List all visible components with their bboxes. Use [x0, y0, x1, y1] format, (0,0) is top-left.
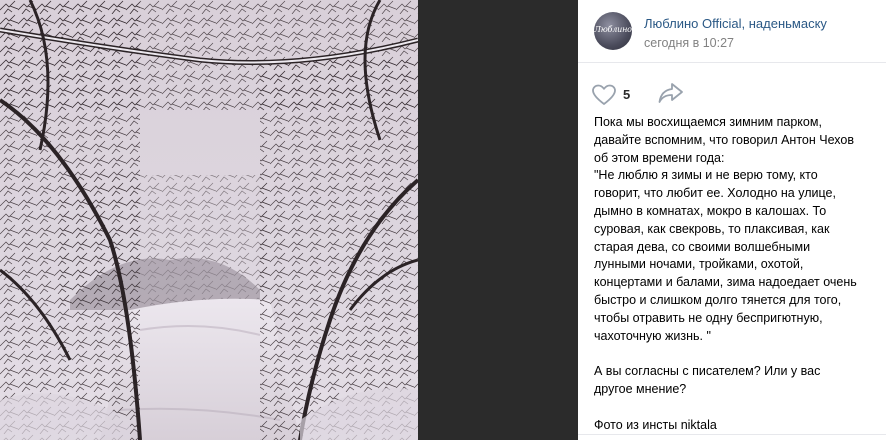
winter-park-photo — [0, 0, 418, 440]
heart-icon — [592, 84, 616, 105]
text-line: говорит, что любит ее. Холодно на улице, — [594, 186, 836, 201]
text-line: А вы согласны с писателем? Или у вас — [594, 364, 821, 379]
author-link[interactable]: Люблино Official, наденьмаску — [644, 16, 827, 31]
avatar-logo-text: Люблино — [594, 25, 632, 34]
text-line: давайте вспомним, что говорил Антон Чехо… — [594, 132, 854, 147]
text-line: быстро и слишком долго тянется для того, — [594, 292, 842, 307]
viewer-backdrop — [418, 0, 578, 440]
post-header: Люблино Люблино Official, наденьмаску се… — [578, 0, 886, 63]
text-line: лунными ночами, тройками, охотой, — [594, 257, 804, 272]
text-line: Пока мы восхищаемся зимним парком, — [594, 115, 822, 129]
avatar[interactable]: Люблино — [594, 12, 632, 50]
share-arrow-icon — [658, 83, 683, 103]
post-sidebar: Люблино Люблино Official, наденьмаску се… — [578, 0, 886, 440]
text-line: "Не люблю я зимы и не верю тому, кто — [594, 168, 818, 183]
photo-credit: Фото из инсты niktala — [594, 417, 717, 432]
text-line: чахоточную жизнь. " — [594, 328, 711, 343]
post-actions: 5 — [578, 78, 886, 110]
like-button[interactable]: 5 — [592, 82, 642, 108]
text-line: старая дева, со своими волшебными — [594, 239, 811, 254]
text-line: об этом времени года: — [594, 150, 725, 165]
post-time[interactable]: сегодня в 10:27 — [644, 36, 734, 50]
text-line: дымно в комнатах, мокро в калошах. То — [594, 203, 827, 218]
like-count: 5 — [623, 87, 631, 102]
text-line: суровая, как свекровь, то плаксивая, как — [594, 221, 830, 236]
divider — [578, 434, 886, 435]
post-text: Пока мы восхищаемся зимним парком, давай… — [594, 114, 878, 434]
text-line: чтобы отравить не одну беспригютную, — [594, 310, 823, 325]
post-photo[interactable] — [0, 0, 418, 440]
text-line: концертами и балами, зима надоедает очен… — [594, 275, 857, 290]
text-line: другое мнение? — [594, 381, 687, 396]
share-button[interactable] — [658, 82, 684, 108]
